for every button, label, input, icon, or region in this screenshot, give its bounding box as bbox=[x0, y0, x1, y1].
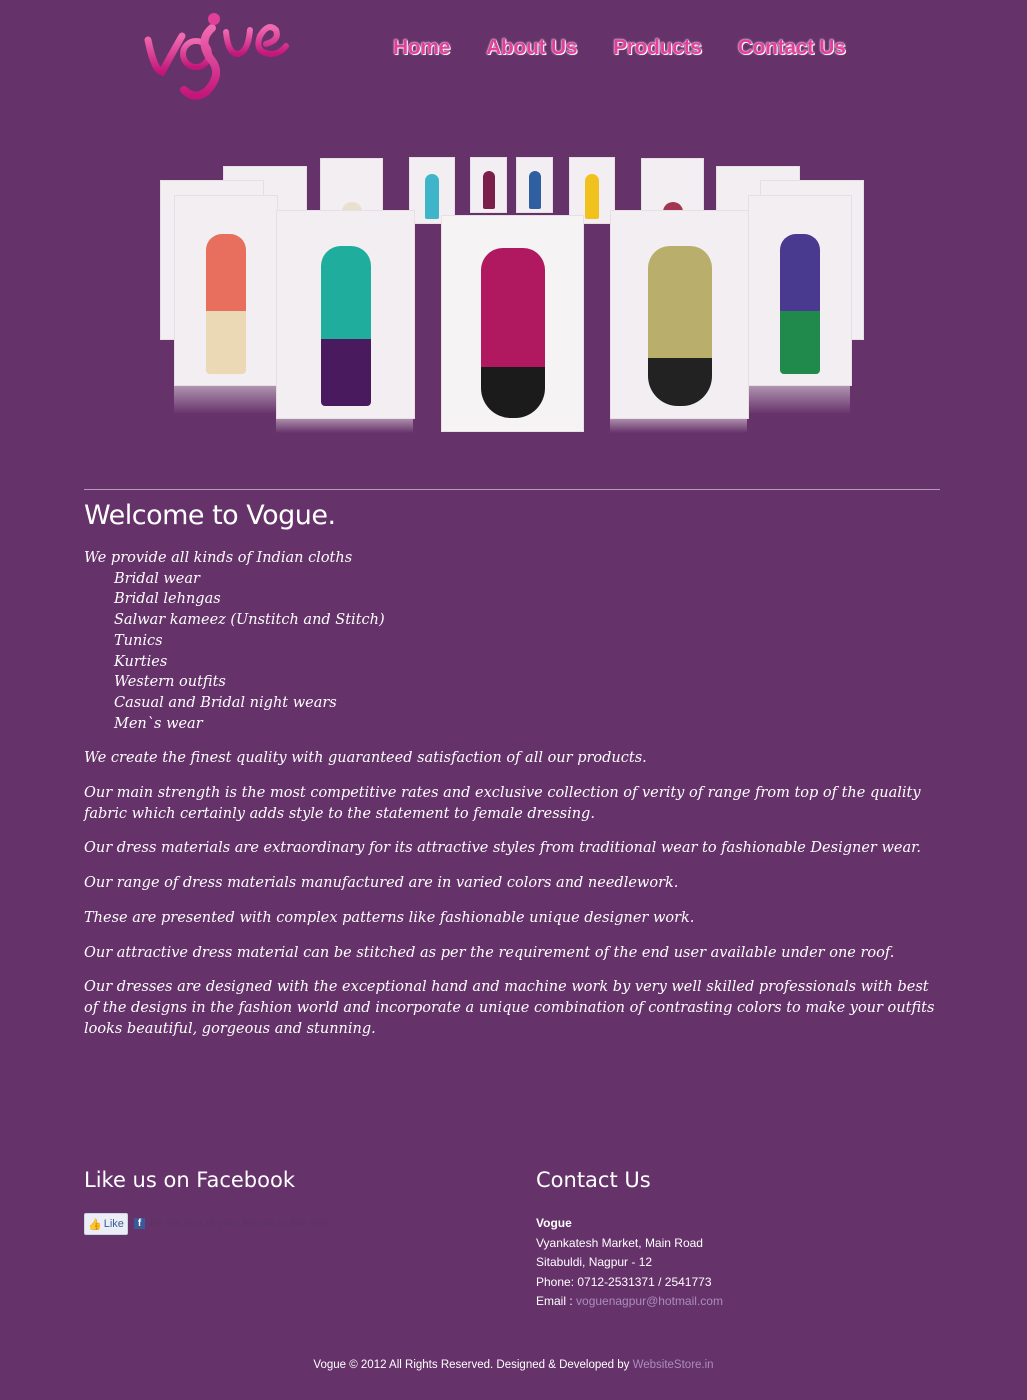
contact-phone: Phone: 0712-2531371 / 2541773 bbox=[536, 1274, 712, 1289]
nav-home[interactable]: Home bbox=[393, 36, 450, 60]
list-item: Bridal lehngas bbox=[114, 591, 221, 608]
welcome-intro: We provide all kinds of Indian cloths bbox=[84, 550, 353, 566]
carousel-image-magenta-anarkali[interactable] bbox=[441, 215, 584, 432]
nav-products[interactable]: Products bbox=[613, 36, 702, 60]
paragraph: Our main strength is the most competitiv… bbox=[84, 785, 921, 822]
list-item: Tunics bbox=[114, 632, 163, 649]
carousel-image-salwar-purple[interactable] bbox=[748, 195, 852, 386]
product-carousel[interactable] bbox=[160, 155, 865, 440]
logo-graphic bbox=[144, 13, 289, 100]
list-item: Casual and Bridal night wears bbox=[114, 694, 337, 711]
content-divider bbox=[84, 489, 940, 490]
nav-about-us[interactable]: About Us bbox=[486, 36, 577, 60]
facebook-title: Like us on Facebook bbox=[84, 1168, 295, 1192]
paragraph: Our dresses are designed with the except… bbox=[84, 979, 935, 1037]
paragraph: Our dress materials are extraordinary fo… bbox=[84, 840, 922, 857]
carousel-image-teal-suit[interactable] bbox=[276, 210, 415, 419]
carousel-thumb[interactable] bbox=[516, 157, 553, 213]
facebook-social-text: Be the first of your friends to like thi… bbox=[150, 1217, 331, 1229]
welcome-title: Welcome to Vogue. bbox=[84, 500, 336, 531]
contact-title: Contact Us bbox=[536, 1168, 651, 1192]
contact-info: Vogue Vyankatesh Market, Main Road Sitab… bbox=[536, 1214, 723, 1312]
contact-email-link[interactable]: voguenagpur@hotmail.com bbox=[576, 1294, 723, 1308]
facebook-icon: f bbox=[134, 1218, 145, 1229]
main-nav: Home About Us Products Contact Us bbox=[393, 36, 882, 60]
footer-credit-link[interactable]: WebsiteStore.in bbox=[633, 1359, 714, 1371]
carousel-thumb[interactable] bbox=[470, 157, 507, 213]
list-item: Kurties bbox=[114, 653, 168, 670]
contact-email-row: Email : voguenagpur@hotmail.com bbox=[536, 1292, 723, 1312]
vogue-logo[interactable] bbox=[140, 10, 290, 105]
product-list: Bridal wear Bridal lehngas Salwar kameez… bbox=[114, 569, 944, 735]
paragraph: Our range of dress materials manufacture… bbox=[84, 875, 679, 892]
nav-contact-us[interactable]: Contact Us bbox=[738, 36, 846, 60]
welcome-content: We provide all kinds of Indian cloths Br… bbox=[84, 548, 944, 1053]
paragraph: These are presented with complex pattern… bbox=[84, 909, 695, 926]
thumbs-up-icon: 👍 bbox=[88, 1218, 102, 1231]
contact-name: Vogue bbox=[536, 1216, 572, 1230]
carousel-thumb[interactable] bbox=[569, 157, 615, 224]
contact-address-line2: Sitabuldi, Nagpur - 12 bbox=[536, 1255, 653, 1269]
paragraph: Our attractive dress material can be sti… bbox=[84, 944, 895, 961]
footer: Vogue © 2012 All Rights Reserved. Design… bbox=[0, 1359, 1027, 1371]
list-item: Salwar kameez (Unstitch and Stitch) bbox=[114, 612, 385, 629]
contact-email-label: Email : bbox=[536, 1294, 577, 1308]
carousel-image-gold-anarkali[interactable] bbox=[610, 210, 749, 419]
list-item: Western outfits bbox=[114, 674, 226, 691]
list-item: Bridal wear bbox=[114, 570, 200, 587]
facebook-like-button[interactable]: 👍 Like bbox=[84, 1213, 128, 1235]
footer-copyright: Vogue © 2012 All Rights Reserved. Design… bbox=[313, 1359, 633, 1371]
carousel-thumb[interactable] bbox=[409, 157, 455, 224]
paragraph: We create the finest quality with guaran… bbox=[84, 750, 647, 767]
carousel-image-salwar-coral[interactable] bbox=[174, 195, 278, 386]
like-label: Like bbox=[103, 1218, 124, 1230]
list-item: Men`s wear bbox=[114, 715, 203, 732]
contact-address-line1: Vyankatesh Market, Main Road bbox=[536, 1235, 703, 1250]
